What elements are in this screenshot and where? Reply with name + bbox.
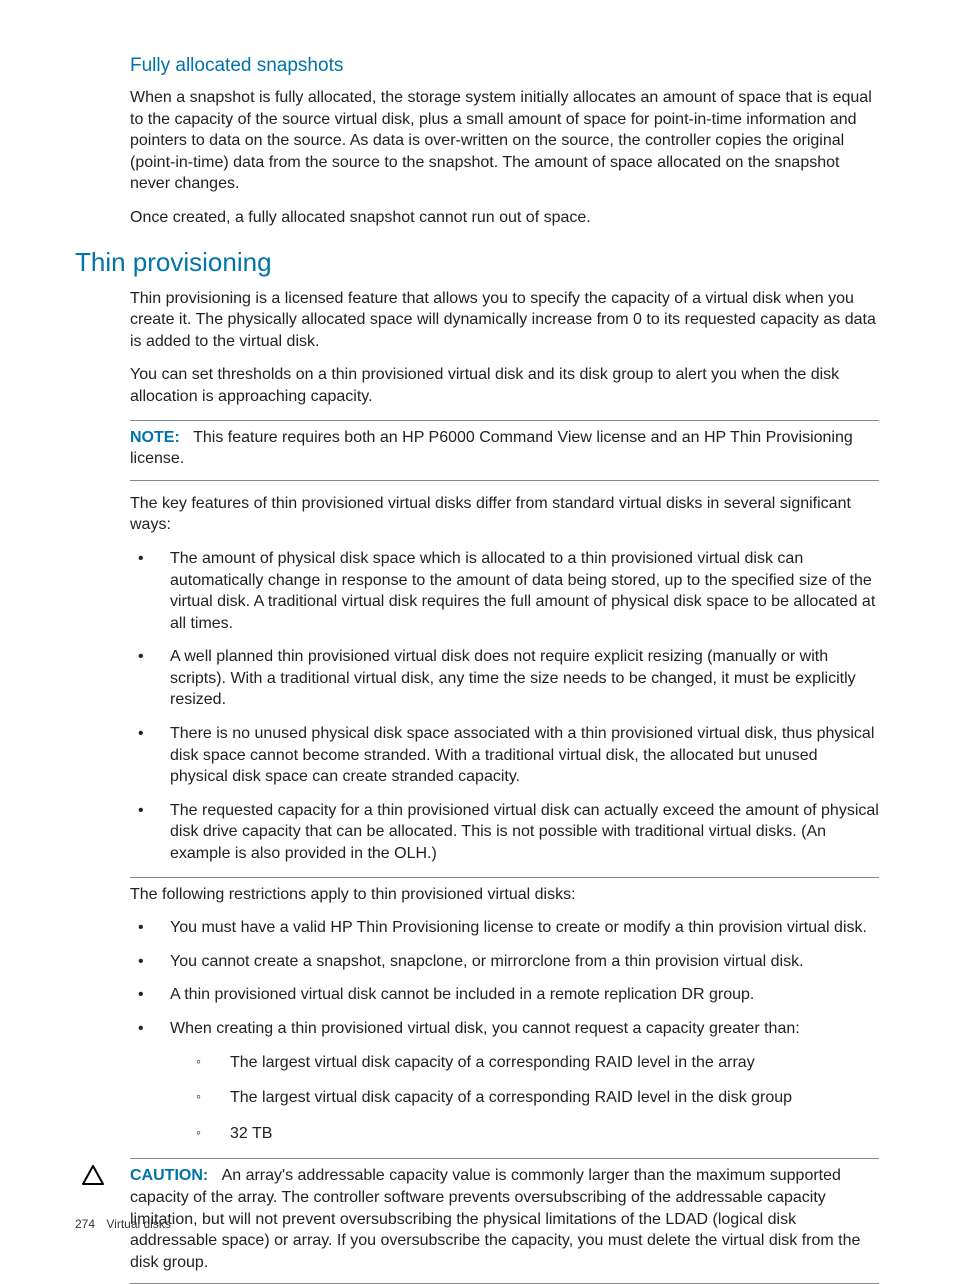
para: The key features of thin provisioned vir… [130, 493, 879, 536]
para: Thin provisioning is a licensed feature … [130, 288, 879, 353]
list-item: There is no unused physical disk space a… [130, 723, 879, 788]
note-label: NOTE: [130, 429, 180, 446]
list-item: A thin provisioned virtual disk cannot b… [130, 984, 879, 1006]
para: When a snapshot is fully allocated, the … [130, 87, 879, 195]
para: The following restrictions apply to thin… [130, 884, 879, 906]
list-item: The amount of physical disk space which … [130, 548, 879, 634]
list-item: The largest virtual disk capacity of a c… [170, 1087, 879, 1109]
para: Once created, a fully allocated snapshot… [130, 207, 879, 229]
para: You can set thresholds on a thin provisi… [130, 364, 879, 407]
note-box: NOTE: This feature requires both an HP P… [130, 420, 879, 481]
footer-title: Virtual disks [106, 1217, 170, 1231]
list-item: The requested capacity for a thin provis… [130, 800, 879, 865]
caution-text: An array's addressable capacity value is… [130, 1167, 860, 1270]
sub-restrictions-list: The largest virtual disk capacity of a c… [170, 1052, 879, 1145]
list-item: The largest virtual disk capacity of a c… [170, 1052, 879, 1074]
list-item: You must have a valid HP Thin Provisioni… [130, 917, 879, 939]
caution-label: CAUTION: [130, 1167, 208, 1184]
list-item: When creating a thin provisioned virtual… [130, 1018, 879, 1144]
list-item: You cannot create a snapshot, snapclone,… [130, 951, 879, 973]
caution-box: CAUTION: An array's addressable capacity… [130, 1158, 879, 1284]
restrictions-list: You must have a valid HP Thin Provisioni… [130, 917, 879, 1144]
restrictions-box: The following restrictions apply to thin… [130, 877, 879, 1145]
list-item: 32 TB [170, 1123, 879, 1145]
features-list: The amount of physical disk space which … [130, 548, 879, 865]
heading-thin-provisioning: Thin provisioning [75, 247, 879, 278]
list-item: A well planned thin provisioned virtual … [130, 646, 879, 711]
note-text: This feature requires both an HP P6000 C… [130, 429, 853, 468]
page-number: 274 [75, 1217, 95, 1231]
heading-fully-allocated: Fully allocated snapshots [130, 55, 879, 77]
page-footer: 274 Virtual disks [75, 1217, 171, 1231]
caution-icon [82, 1165, 104, 1190]
